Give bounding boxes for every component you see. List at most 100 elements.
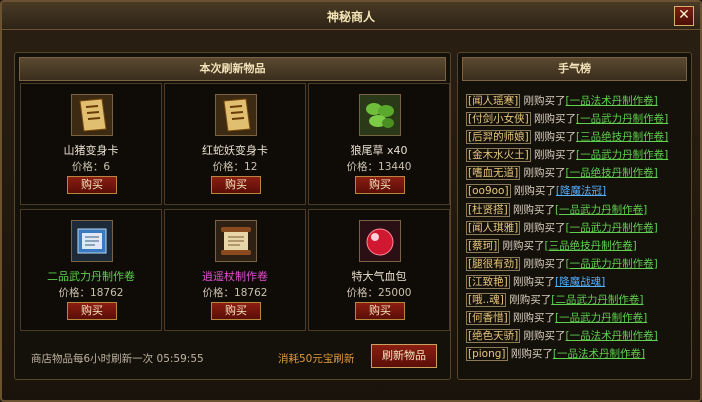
player-name-link[interactable]: [piong] <box>466 347 508 362</box>
purchased-item-link[interactable]: [一品武力丹制作卷] <box>576 113 668 125</box>
shop-item-slot: 狼尾草 x40 价格：13440 购买 <box>308 83 450 205</box>
shop-item-slot: 特大气血包 价格：25000 购买 <box>308 209 450 331</box>
item-price: 价格：25000 <box>346 287 412 299</box>
purchase-verb: 刚购买了 <box>523 167 566 180</box>
purchased-item-link[interactable]: [一品武力丹制作卷] <box>555 204 647 216</box>
buy-button[interactable]: 购买 <box>355 176 405 194</box>
purchase-feed-row: [付剑小女侠] 刚购买了[一品武力丹制作卷] <box>466 111 688 129</box>
purchase-verb: 刚购买了 <box>534 131 577 144</box>
purchase-verb: 刚购买了 <box>510 348 553 361</box>
purchased-item-link[interactable]: [一品武力丹制作卷] <box>566 258 658 270</box>
shop-item-slot: 红蛇妖变身卡 价格：12 购买 <box>164 83 306 205</box>
title-bar: 神秘商人 ✕ <box>2 2 700 30</box>
item-name: 狼尾草 x40 <box>350 144 408 157</box>
refresh-cost-note: 消耗50元宝刷新 <box>278 353 355 365</box>
player-name-link[interactable]: [绝色天骄] <box>466 329 521 344</box>
buy-button[interactable]: 购买 <box>67 176 117 194</box>
purchase-verb: 刚购买了 <box>513 312 556 325</box>
player-name-link[interactable]: [蔡珂] <box>466 238 500 253</box>
item-name: 红蛇妖变身卡 <box>202 144 268 157</box>
shop-panel-header: 本次刷新物品 <box>19 57 446 81</box>
player-name-link[interactable]: [腿很有劲] <box>466 256 521 271</box>
purchased-item-link[interactable]: [三品绝技丹制作卷] <box>545 240 637 252</box>
shop-item-slot: 山猪变身卡 价格：6 购买 <box>20 83 162 205</box>
player-name-link[interactable]: [闻人琪雅] <box>466 220 521 235</box>
refresh-items-button[interactable]: 刷新物品 <box>371 344 437 368</box>
purchased-item-link[interactable]: [降魔法冠] <box>556 185 606 197</box>
purchase-feed-row: [oo9oo] 刚购买了[降魔法冠] <box>466 183 688 201</box>
item-name: 山猪变身卡 <box>63 144 119 157</box>
window-title: 神秘商人 <box>326 10 375 24</box>
purchase-feed-row: [嗜血无道] 刚购买了[一品绝技丹制作卷] <box>466 165 688 183</box>
player-name-link[interactable]: [付剑小女侠] <box>466 112 531 127</box>
refresh-note: 商店物品每6小时刷新一次 05:59:55 <box>31 351 204 366</box>
player-name-link[interactable]: [闻人瑶寒] <box>466 94 521 108</box>
player-name-link[interactable]: [嗜血无道] <box>466 166 521 181</box>
player-name-link[interactable]: [杜贤搭] <box>466 202 510 217</box>
purchase-feed-row: [后羿的师娘] 刚购买了[三品绝技丹制作卷] <box>466 129 688 147</box>
blue-recipe-scroll-icon[interactable] <box>71 220 113 262</box>
item-name: 特大气血包 <box>351 270 407 283</box>
purchase-feed-row: [杜贤搭] 刚购买了[一品武力丹制作卷] <box>466 202 688 220</box>
purchased-item-link[interactable]: [二品武力丹制作卷] <box>551 294 643 306</box>
purchase-verb: 刚购买了 <box>523 95 566 107</box>
player-name-link[interactable]: [哦..魂] <box>466 293 506 308</box>
purchase-feed-row: [哦..魂] 刚购买了[二品武力丹制作卷] <box>466 292 688 310</box>
buy-button[interactable]: 购买 <box>211 176 261 194</box>
shop-item-slot: 二品武力丹制作卷 价格：18762 购买 <box>20 209 162 331</box>
item-name: 二品武力丹制作卷 <box>47 270 135 283</box>
purchase-verb: 刚购买了 <box>502 239 545 252</box>
purchase-feed-row: [何香惜] 刚购买了[一品武力丹制作卷] <box>466 310 688 328</box>
purchase-feed-row: [piong] 刚购买了[一品法术丹制作卷] <box>466 346 688 364</box>
red-orb-icon[interactable] <box>359 220 401 262</box>
purchased-item-link[interactable]: [一品武力丹制作卷] <box>576 149 668 161</box>
player-name-link[interactable]: [何香惜] <box>466 311 510 326</box>
refresh-countdown: 05:59:55 <box>156 353 204 365</box>
player-name-link[interactable]: [金木水火土] <box>466 148 531 163</box>
item-name: 逍遥杖制作卷 <box>202 270 268 283</box>
purchase-verb: 刚购买了 <box>523 221 566 234</box>
player-name-link[interactable]: [江致艳] <box>466 274 510 289</box>
purchased-item-link[interactable]: [一品武力丹制作卷] <box>566 222 658 234</box>
purchased-item-link[interactable]: [一品法术丹制作卷] <box>553 348 645 360</box>
shop-panel: 本次刷新物品 山猪变身卡 价格：6 购买 红蛇妖变身卡 价格：12 购买 狼尾草… <box>14 52 451 380</box>
purchase-feed-row: [金木水火土] 刚购买了[一品武力丹制作卷] <box>466 147 688 165</box>
shop-item-slot: 逍遥杖制作卷 价格：18762 购买 <box>164 209 306 331</box>
purchase-verb: 刚购买了 <box>523 257 566 270</box>
purchased-item-link[interactable]: [一品绝技丹制作卷] <box>566 167 658 179</box>
card-scroll-icon[interactable] <box>215 94 257 136</box>
buy-button[interactable]: 购买 <box>211 302 261 320</box>
purchased-item-link[interactable]: [一品武力丹制作卷] <box>555 312 647 324</box>
luck-ranking-panel: 手气榜 [闻人瑶寒] 刚购买了[一品法术丹制作卷] [付剑小女侠] 刚购买了[一品… <box>457 52 692 380</box>
purchase-verb: 刚购买了 <box>513 185 556 198</box>
buy-button[interactable]: 购买 <box>67 302 117 320</box>
player-name-link[interactable]: [oo9oo] <box>466 184 511 199</box>
item-price: 价格：18762 <box>58 287 124 299</box>
luck-ranking-header: 手气榜 <box>462 57 687 81</box>
item-price: 价格：13440 <box>346 161 412 173</box>
item-price: 价格：6 <box>71 161 111 173</box>
buy-button[interactable]: 购买 <box>355 302 405 320</box>
purchased-item-link[interactable]: [一品法术丹制作卷] <box>566 330 658 342</box>
player-name-link[interactable]: [后羿的师娘] <box>466 130 531 145</box>
card-scroll-icon[interactable] <box>71 94 113 136</box>
merchant-window: 神秘商人 ✕ 本次刷新物品 山猪变身卡 价格：6 购买 红蛇妖变身卡 价格：12… <box>0 0 702 402</box>
purchase-feed: [闻人瑶寒] 刚购买了[一品法术丹制作卷] [付剑小女侠] 刚购买了[一品武力丹制… <box>466 93 688 373</box>
purchased-item-link[interactable]: [三品绝技丹制作卷] <box>576 131 668 143</box>
purchase-feed-row: [腿很有劲] 刚购买了[一品武力丹制作卷] <box>466 256 688 274</box>
herb-leaf-icon[interactable] <box>359 94 401 136</box>
rolled-scroll-icon[interactable] <box>215 220 257 262</box>
purchase-feed-row: [蔡珂] 刚购买了[三品绝技丹制作卷] <box>466 238 688 256</box>
purchase-verb: 刚购买了 <box>534 149 577 162</box>
item-price: 价格：18762 <box>202 287 268 299</box>
close-button[interactable]: ✕ <box>674 6 694 26</box>
purchased-item-link[interactable]: [降魔战魂] <box>555 276 605 288</box>
purchase-verb: 刚购买了 <box>513 203 556 216</box>
purchase-feed-row: [闻人瑶寒] 刚购买了[一品法术丹制作卷] <box>466 93 688 111</box>
item-price: 价格：12 <box>212 161 258 173</box>
purchase-verb: 刚购买了 <box>523 330 566 343</box>
purchase-verb: 刚购买了 <box>513 275 556 288</box>
purchase-feed-row: [闻人琪雅] 刚购买了[一品武力丹制作卷] <box>466 220 688 238</box>
purchase-feed-row: [江致艳] 刚购买了[降魔战魂] <box>466 274 688 292</box>
purchased-item-link[interactable]: [一品法术丹制作卷] <box>566 95 658 107</box>
